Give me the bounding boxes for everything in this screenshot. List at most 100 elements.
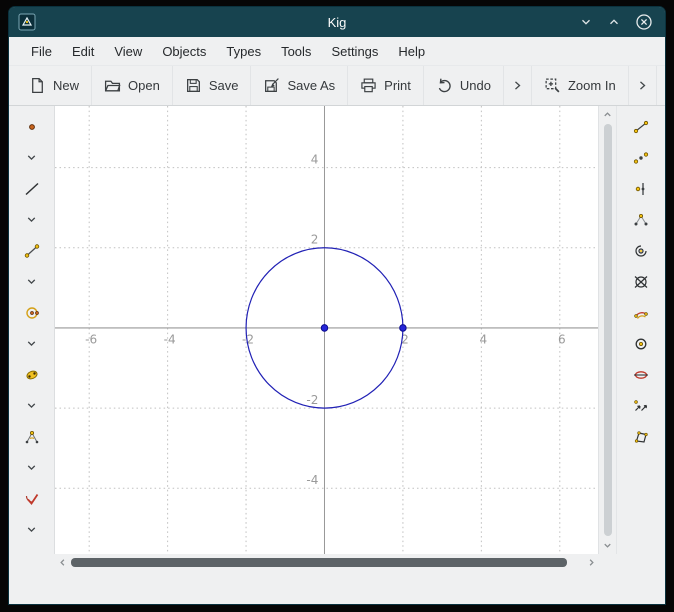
vertical-scrollbar-thumb[interactable] [604,124,612,536]
scroll-right-icon[interactable] [586,557,597,568]
new-label: New [53,78,79,93]
menu-settings[interactable]: Settings [321,40,388,63]
menu-types[interactable]: Types [216,40,271,63]
geometry-canvas[interactable]: -6-4-224642-2-4 [55,106,598,554]
undo-label: Undo [460,78,491,93]
left-toolbar [9,106,55,554]
angle-icon [24,429,40,445]
polygon-icon [633,429,649,445]
angle-points-icon [633,212,649,228]
test-check-icon [24,491,40,507]
circle-center-icon [633,336,649,352]
menu-objects[interactable]: Objects [152,40,216,63]
vertical-scrollbar[interactable] [598,106,616,554]
svg-text:4: 4 [480,332,488,346]
chevron-down-icon [25,275,38,288]
conic-tool-button[interactable] [15,359,49,390]
segment-tool-expander[interactable] [15,266,49,297]
print-button[interactable]: Print [348,66,424,105]
angle-tool-expander[interactable] [15,452,49,483]
midpoint-tool-button[interactable] [624,142,658,173]
menu-help[interactable]: Help [388,40,435,63]
canvas-drawing[interactable]: -6-4-224642-2-4 [55,106,598,554]
chevron-down-icon [25,461,38,474]
circle-tool-button[interactable] [15,297,49,328]
right-toolbar [616,106,665,554]
circle-icon [24,305,40,321]
vectors-tool-button[interactable] [624,390,658,421]
svg-text:-2: -2 [306,393,318,407]
chevron-down-icon [25,337,38,350]
test-tool-expander[interactable] [15,514,49,545]
chevron-down-icon [25,523,38,536]
menu-tools[interactable]: Tools [271,40,321,63]
segment-tool-button[interactable] [15,235,49,266]
svg-text:-6: -6 [85,332,97,346]
svg-text:2: 2 [311,233,319,247]
arcs-tool-button[interactable] [624,297,658,328]
angle-points-tool-button[interactable] [624,204,658,235]
open-label: Open [128,78,160,93]
spiral-icon [633,243,649,259]
zoom-expander-button[interactable] [629,66,657,105]
scroll-up-icon[interactable] [602,109,613,120]
horizontal-scrollbar[interactable] [55,554,599,571]
zoom-in-label: Zoom In [568,78,616,93]
line-tool-expander[interactable] [15,204,49,235]
menu-edit[interactable]: Edit [62,40,104,63]
point-on-line-tool-button[interactable] [624,173,658,204]
menu-file[interactable]: File [21,40,62,63]
scroll-down-icon[interactable] [602,540,613,551]
svg-text:-4: -4 [164,332,176,346]
save-label: Save [209,78,239,93]
menu-view[interactable]: View [104,40,152,63]
chevron-down-icon [25,399,38,412]
segment-endpoints-tool-button[interactable] [624,111,658,142]
zoom-in-button[interactable]: Zoom In [532,66,629,105]
svg-text:4: 4 [311,152,319,166]
point-tool-expander[interactable] [15,142,49,173]
point-tool-button[interactable] [15,111,49,142]
new-button[interactable]: New [17,66,92,105]
menubar: File Edit View Objects Types Tools Setti… [9,37,665,65]
ellipse-line-icon [633,367,649,383]
line-icon [24,181,40,197]
window-footer [9,571,665,604]
segment-endpoints-icon [633,119,649,135]
test-tool-button[interactable] [15,483,49,514]
ellipse-line-tool-button[interactable] [624,359,658,390]
open-folder-icon [104,77,121,94]
zoom-in-icon [544,77,561,94]
scroll-row-left-spacer [9,554,55,571]
chevron-down-icon [25,151,38,164]
vectors-icon [633,398,649,414]
circle-tool-expander[interactable] [15,328,49,359]
undo-expander-button[interactable] [504,66,532,105]
open-button[interactable]: Open [92,66,173,105]
undo-icon [436,77,453,94]
circle-center-tool-button[interactable] [624,328,658,359]
conic-tool-expander[interactable] [15,390,49,421]
svg-text:-4: -4 [306,473,318,487]
print-label: Print [384,78,411,93]
arcs-icon [633,305,649,321]
undo-button[interactable]: Undo [424,66,504,105]
save-button[interactable]: Save [173,66,252,105]
midpoint-icon [633,150,649,166]
polygon-tool-button[interactable] [624,421,658,452]
point-icon [24,119,40,135]
print-icon [360,77,377,94]
angle-tool-button[interactable] [15,421,49,452]
line-tool-button[interactable] [15,173,49,204]
chevron-down-icon [25,213,38,226]
intersection-tool-button[interactable] [624,266,658,297]
horizontal-scrollbar-thumb[interactable] [71,558,567,567]
scroll-left-icon[interactable] [57,557,68,568]
spiral-tool-button[interactable] [624,235,658,266]
svg-text:6: 6 [558,332,566,346]
titlebar: Kig [9,7,665,37]
save-as-button[interactable]: Save As [251,66,348,105]
save-as-icon [263,77,280,94]
chevron-right-icon [636,79,649,92]
kig-window: Kig File Edit View Objec [9,7,665,604]
